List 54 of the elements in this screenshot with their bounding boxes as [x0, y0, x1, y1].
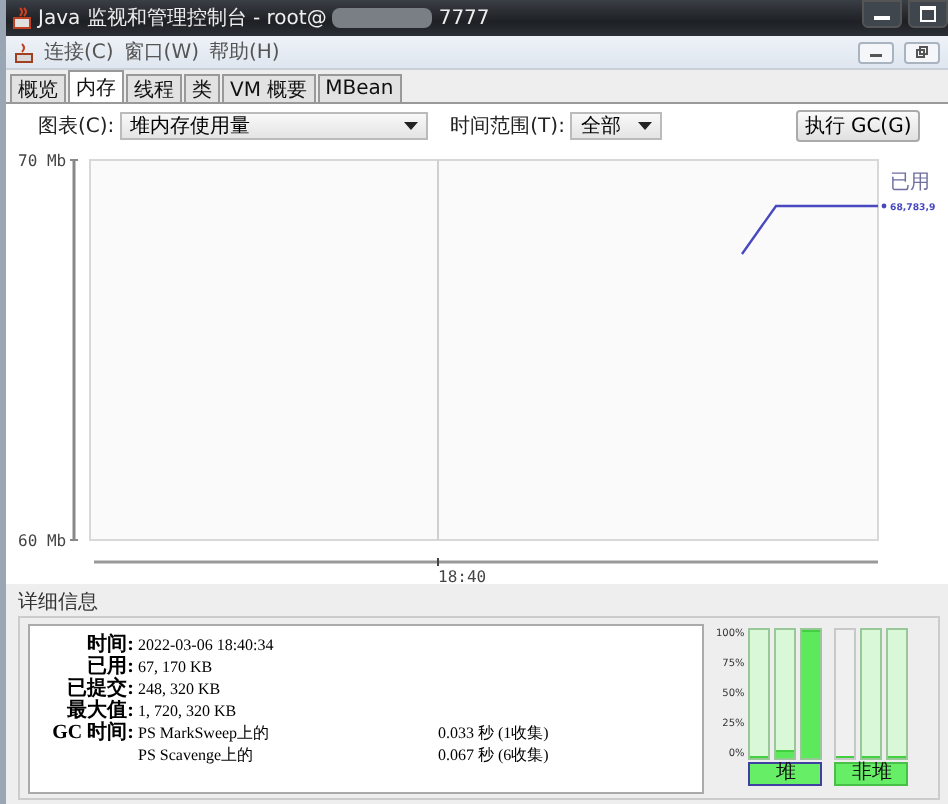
memory-bar[interactable]: [834, 628, 857, 760]
minimize-button[interactable]: [862, 0, 902, 28]
detail-label: GC 时间:: [50, 722, 134, 744]
section-title: 详细信息: [18, 589, 100, 616]
detail-label: 时间:: [85, 634, 134, 656]
tab[interactable]: 概览: [10, 74, 66, 102]
tab[interactable]: MBean: [317, 74, 402, 102]
tab[interactable]: VM 概要: [222, 74, 316, 102]
window-title: 7777: [438, 7, 490, 29]
minimize-button[interactable]: [858, 41, 894, 63]
window-title: Java 监视和管理控制台 - root@: [38, 5, 327, 32]
detail-value: 1, 720, 320 KB: [138, 700, 239, 722]
detail-value: PS Scavenge上的: [138, 744, 256, 766]
axis-label: 18:40: [438, 568, 487, 584]
redacted-bar: [332, 8, 433, 28]
pool-button[interactable]: 堆: [748, 762, 823, 786]
chart-dropdown[interactable]: 堆内存使用量: [120, 112, 429, 140]
caret-icon: [638, 122, 653, 130]
usage-line: [741, 204, 878, 255]
maximize-icon: [920, 6, 936, 22]
tab[interactable]: 线程: [126, 74, 182, 102]
gc-button[interactable]: 执行 GC(G): [796, 110, 920, 142]
detail-value: 0.067 秒 (6收集): [438, 744, 551, 766]
caret-icon: [404, 122, 419, 130]
detail-value: 67, 170 KB: [138, 656, 215, 678]
cup-icon: [14, 41, 34, 63]
memory-bar[interactable]: [774, 628, 797, 760]
restore-button[interactable]: [904, 41, 940, 63]
memory-bar[interactable]: [860, 628, 883, 760]
menu-item[interactable]: 连接(C): [44, 38, 114, 66]
tab[interactable]: 内存: [68, 70, 124, 102]
detail-label: 已用:: [87, 656, 134, 678]
cup-icon: [12, 6, 32, 30]
menu-item[interactable]: 帮助(H): [209, 38, 280, 66]
restore-icon: [916, 46, 928, 58]
field-label: 时间范围(T):: [450, 113, 565, 140]
detail-value: 0.033 秒 (1收集): [438, 722, 551, 744]
axis-label: 70 Mb: [18, 152, 67, 170]
memory-bar[interactable]: [748, 628, 771, 760]
detail-value: 248, 320 KB: [138, 678, 223, 700]
axis-label: 60 Mb: [18, 532, 67, 550]
tab[interactable]: 类: [184, 74, 220, 102]
range-dropdown[interactable]: 全部: [570, 112, 663, 140]
detail-label: 已提交:: [65, 678, 134, 700]
field-label: 图表(C):: [38, 113, 115, 140]
detail-value: 2022-03-06 18:40:34: [138, 634, 276, 656]
legend-label: 已用: [890, 172, 930, 194]
detail-value: PS MarkSweep上的: [138, 722, 272, 744]
pool-button[interactable]: 非堆: [834, 762, 909, 786]
menu-item[interactable]: 窗口(W): [123, 38, 199, 66]
detail-label: 最大值:: [65, 700, 134, 722]
legend-dot: [881, 203, 887, 209]
memory-bar[interactable]: [886, 628, 909, 760]
maximize-button[interactable]: [908, 0, 948, 28]
